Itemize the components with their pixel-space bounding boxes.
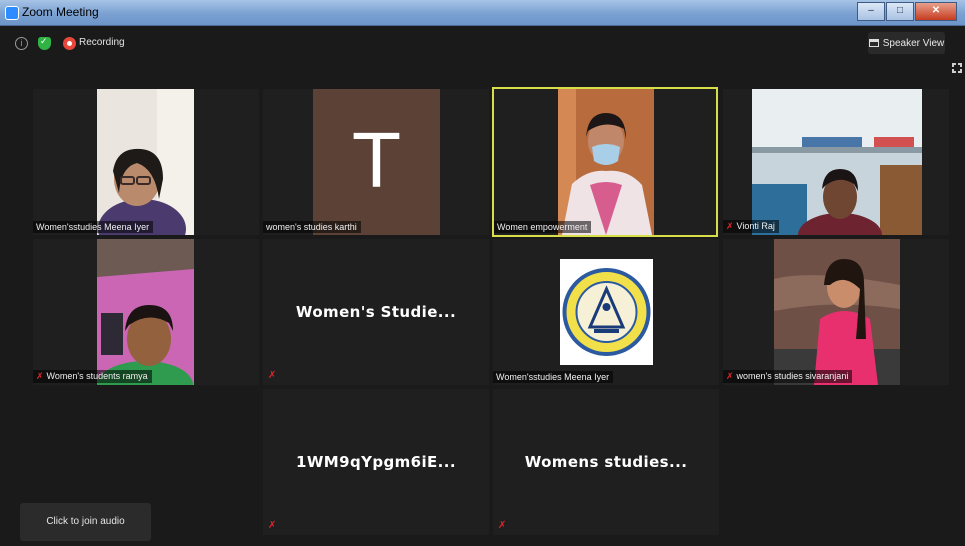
muted-mic-icon: ✗	[726, 371, 734, 381]
participant-name-text: Vionti Raj	[736, 221, 775, 231]
muted-mic-icon: ✗	[726, 221, 734, 231]
participant-logo	[560, 259, 653, 365]
participant-tile[interactable]: T women's studies karthi	[263, 89, 489, 235]
join-audio-button[interactable]: Click to join audio	[20, 503, 151, 541]
close-button[interactable]: ✕	[915, 2, 957, 21]
participant-name: ✗ Vionti Raj	[723, 220, 779, 233]
meeting-toolbar: i Recording Speaker View	[0, 26, 965, 73]
maximize-button[interactable]: □	[886, 2, 914, 21]
participant-name: Women'sstudies Meena Iyer	[493, 371, 614, 383]
participant-tile[interactable]: Women'sstudies Meena Iyer	[493, 239, 719, 385]
window-controls: – □ ✕	[856, 2, 957, 21]
recording-label: Recording	[79, 37, 125, 48]
participant-name: ✗ Women's students ramya	[33, 370, 152, 383]
participant-tile[interactable]: ✗ Women's students ramya	[33, 239, 259, 385]
zoom-app-icon	[5, 6, 19, 20]
participant-display-name: Womens studies...	[524, 453, 688, 471]
participant-tile[interactable]: Womens studies... ✗	[493, 389, 719, 535]
muted-mic-icon: ✗	[268, 370, 277, 381]
muted-mic-icon: ✗	[498, 520, 507, 531]
participant-tile[interactable]: Women'sstudies Meena Iyer	[33, 89, 259, 235]
speaker-view-label: Speaker View	[882, 37, 945, 49]
muted-mic-icon: ✗	[268, 520, 277, 531]
speaker-view-icon	[868, 39, 879, 47]
participant-tile[interactable]: 1WM9qYpgm6iE... ✗	[263, 389, 489, 535]
participant-tile[interactable]: ✗ Vionti Raj	[723, 89, 949, 235]
participant-name-text: women's studies sivaranjani	[736, 371, 849, 381]
participant-video	[97, 239, 194, 385]
muted-mic-icon: ✗	[36, 371, 44, 381]
participant-display-name: Women's Studie...	[295, 303, 457, 321]
recording-icon	[63, 37, 76, 50]
participant-tile[interactable]: Women's Studie... ✗	[263, 239, 489, 385]
speaker-view-button[interactable]: Speaker View	[868, 32, 945, 54]
participant-name: ✗ women's studies sivaranjani	[723, 370, 853, 383]
participant-video	[774, 239, 900, 385]
participant-video	[558, 89, 654, 235]
info-icon[interactable]: i	[15, 37, 28, 50]
participant-name: Women'sstudies Meena Iyer	[33, 221, 154, 233]
window-title: Zoom Meeting	[22, 5, 99, 19]
minimize-button[interactable]: –	[857, 2, 885, 21]
participant-name: Women empowerment	[494, 221, 592, 233]
participant-name-text: Women's students ramya	[46, 371, 148, 381]
participant-avatar: T	[313, 89, 440, 235]
active-speaker-tile[interactable]: Women empowerment	[492, 87, 718, 237]
participant-tile[interactable]: ✗ women's studies sivaranjani	[723, 239, 949, 385]
participant-video	[752, 89, 922, 235]
participant-video	[97, 89, 194, 235]
window-titlebar: Zoom Meeting – □ ✕	[0, 0, 965, 26]
fullscreen-icon[interactable]	[952, 63, 962, 73]
participant-display-name: 1WM9qYpgm6iE...	[296, 453, 456, 471]
encryption-shield-icon[interactable]	[38, 36, 51, 50]
participant-name: women's studies karthi	[263, 221, 361, 233]
